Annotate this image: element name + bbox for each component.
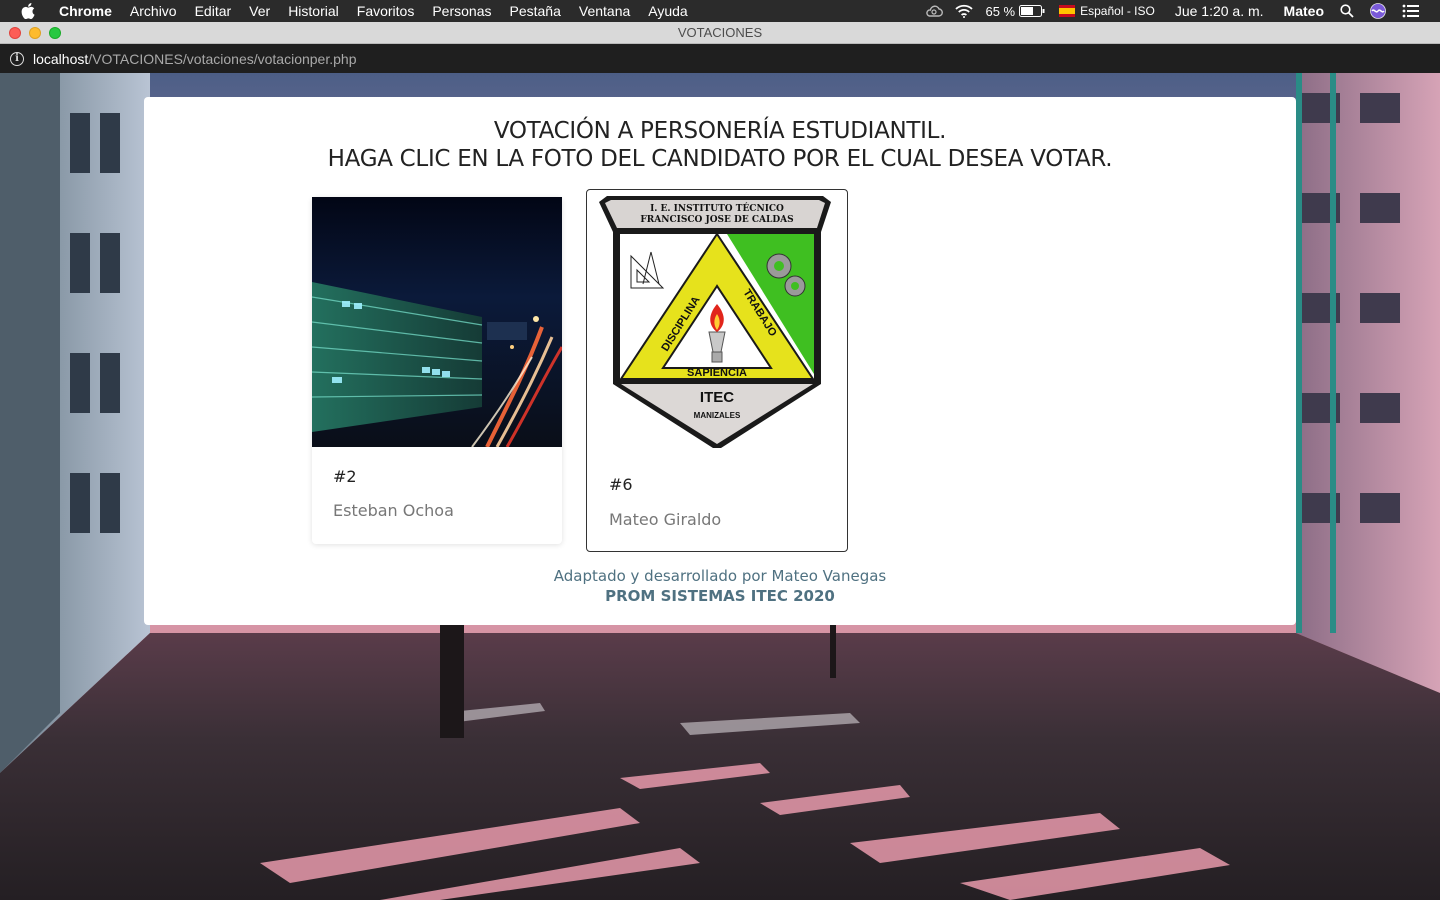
- fullscreen-window-button[interactable]: [49, 27, 61, 39]
- candidate-card-6[interactable]: I. E. INSTITUTO TÉCNICO FRANCISCO JOSE D…: [586, 189, 848, 552]
- url-path[interactable]: /VOTACIONES/votaciones/votacionper.php: [88, 51, 356, 67]
- crest-city: MANIZALES: [694, 411, 741, 420]
- candidate-name: Mateo Giraldo: [609, 510, 722, 529]
- crest-bottom-word: SAPIENCIA: [687, 367, 747, 379]
- apple-icon[interactable]: [20, 3, 36, 19]
- crest-banner-line-2: FRANCISCO JOSE DE CALDAS: [640, 215, 793, 225]
- battery-percent[interactable]: 65 %: [985, 4, 1015, 19]
- clock[interactable]: Jue 1:20 a. m.: [1175, 3, 1264, 19]
- menu-editar[interactable]: Editar: [186, 3, 241, 19]
- page-heading: VOTACIÓN A PERSONERÍA ESTUDIANTIL. HAGA …: [144, 117, 1296, 173]
- crest-acronym: ITEC: [700, 389, 734, 406]
- menu-pestana[interactable]: Pestaña: [501, 3, 570, 19]
- site-info-icon[interactable]: i: [10, 51, 24, 66]
- url-host[interactable]: localhost: [33, 51, 88, 67]
- menu-bar: Chrome Archivo Editar Ver Historial Favo…: [0, 0, 1440, 22]
- crest-banner-line-1: I. E. INSTITUTO TÉCNICO: [650, 202, 784, 214]
- candidate-photo-school-crest[interactable]: I. E. INSTITUTO TÉCNICO FRANCISCO JOSE D…: [595, 194, 839, 452]
- status-area: 65 % Español - ISO Jue 1:20 a. m. Mateo: [913, 0, 1440, 22]
- heading-line-1: VOTACIÓN A PERSONERÍA ESTUDIANTIL.: [493, 118, 947, 144]
- candidate-photo-campus-night[interactable]: [312, 197, 562, 447]
- address-bar[interactable]: i localhost /VOTACIONES/votaciones/votac…: [0, 44, 1440, 73]
- window-title-bar: VOTACIONES: [0, 22, 1440, 44]
- menu-favoritos[interactable]: Favoritos: [348, 3, 424, 19]
- battery-icon[interactable]: [1019, 5, 1045, 17]
- user-name[interactable]: Mateo: [1284, 3, 1324, 19]
- footer-credit: Adaptado y desarrollado por Mateo Vanega…: [553, 567, 887, 585]
- candidate-name: Esteban Ochoa: [333, 501, 454, 520]
- menu-historial[interactable]: Historial: [279, 3, 348, 19]
- input-source-label[interactable]: Español - ISO: [1080, 4, 1155, 18]
- spotlight-search-icon[interactable]: [1340, 4, 1354, 18]
- wifi-icon[interactable]: [955, 4, 974, 18]
- siri-icon[interactable]: [1370, 3, 1386, 19]
- candidate-number: #2: [333, 467, 357, 486]
- voting-card: VOTACIÓN A PERSONERÍA ESTUDIANTIL. HAGA …: [144, 97, 1296, 625]
- menu-archivo[interactable]: Archivo: [121, 3, 186, 19]
- heading-line-2: HAGA CLIC EN LA FOTO DEL CANDIDATO POR E…: [327, 146, 1113, 172]
- candidate-card-2[interactable]: #2 Esteban Ochoa: [312, 197, 562, 544]
- menu-ayuda[interactable]: Ayuda: [639, 3, 696, 19]
- window-title: VOTACIONES: [677, 25, 763, 40]
- menu-app-name[interactable]: Chrome: [50, 3, 121, 19]
- minimize-window-button[interactable]: [29, 27, 41, 39]
- menu-ventana[interactable]: Ventana: [570, 3, 639, 19]
- page-viewport: VOTACIÓN A PERSONERÍA ESTUDIANTIL. HAGA …: [0, 73, 1440, 900]
- menu-ver[interactable]: Ver: [240, 3, 279, 19]
- footer-prom: PROM SISTEMAS ITEC 2020: [605, 587, 835, 605]
- menu-personas[interactable]: Personas: [423, 3, 500, 19]
- candidate-number: #6: [609, 475, 633, 494]
- creative-cloud-icon[interactable]: [925, 5, 944, 17]
- notification-center-icon[interactable]: [1402, 4, 1420, 18]
- window-controls: [9, 27, 61, 39]
- close-window-button[interactable]: [9, 27, 21, 39]
- flag-spain-icon[interactable]: [1059, 5, 1076, 17]
